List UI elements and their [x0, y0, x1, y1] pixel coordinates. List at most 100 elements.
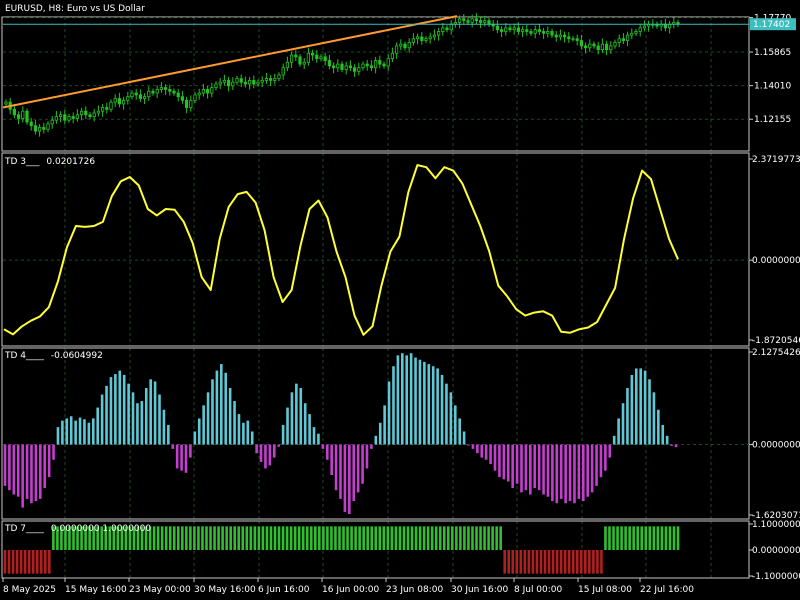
td4-histogram-bar [352, 444, 356, 502]
candle-body [298, 56, 302, 65]
td4-histogram-bar [387, 381, 391, 445]
td4-histogram-bar [8, 444, 11, 491]
candle-body [613, 41, 617, 47]
td4-histogram-bar [599, 444, 603, 478]
candle-body [584, 45, 588, 49]
candle-body [113, 98, 117, 103]
candle-body [289, 54, 294, 63]
td4-histogram-bar [211, 379, 214, 445]
td7-histogram-bar [241, 526, 245, 550]
td7-histogram-bar [628, 526, 631, 550]
td4-histogram-bar [467, 444, 470, 446]
td4-histogram-bar [674, 444, 678, 448]
td4-histogram-bar [356, 444, 360, 493]
td7-histogram-bar [172, 526, 176, 550]
td4-histogram-bar [339, 444, 342, 499]
td3-scale-label: -1.8720546 [752, 336, 800, 346]
td7-histogram-bar [467, 526, 470, 550]
td7-histogram-bar [289, 526, 293, 550]
chart-canvas[interactable]: 1.177701.158651.140101.121551.174022.371… [0, 0, 800, 600]
td7-histogram-bar [584, 550, 587, 574]
candle-body [21, 110, 25, 119]
td4-histogram-bar [612, 435, 616, 445]
td7-histogram-bar [293, 526, 297, 550]
td4-histogram-bar [414, 357, 417, 445]
td4-histogram-bar [61, 420, 64, 445]
td4-histogram-bar [661, 424, 665, 445]
td4-histogram-bar [489, 444, 492, 465]
candle-body [138, 94, 142, 99]
td3-current-value: 0.0201726 [46, 157, 96, 167]
candle-body [571, 38, 575, 41]
candle-body [176, 92, 180, 98]
td4-histogram-bar [149, 379, 152, 445]
candle-body [201, 89, 205, 94]
candle-body [109, 101, 113, 110]
candle-body [487, 20, 491, 25]
candle-body [466, 20, 470, 23]
candle-body [210, 87, 214, 94]
td7-histogram-bar [604, 526, 607, 550]
pane-frame-1 [1, 16, 750, 152]
td7-histogram-bar [616, 526, 619, 550]
td7-histogram-bar [281, 526, 285, 550]
td7-histogram-bar [394, 526, 398, 550]
td4-histogram-bar [224, 372, 228, 445]
td4-histogram-bar [533, 444, 537, 489]
td4-histogram-bar [626, 387, 629, 445]
td4-histogram-bar [69, 416, 73, 445]
time-axis-label: 8 Jul 00:00 [514, 585, 563, 595]
td4-histogram-bar [109, 377, 113, 445]
candle-body [504, 27, 508, 32]
candle-body [134, 92, 138, 96]
td7-histogram-bar [672, 526, 676, 550]
td4-histogram-bar [242, 422, 245, 445]
td7-histogram-bar [398, 526, 402, 550]
candle-body [378, 60, 382, 65]
td4-histogram-bar [272, 444, 276, 458]
candle-body [323, 56, 327, 61]
candle-body [231, 81, 235, 87]
td4-histogram-bar [127, 383, 130, 445]
td7-histogram-bar [507, 550, 511, 574]
candle-body [88, 114, 92, 117]
td4-histogram-bar [246, 420, 250, 445]
td4-histogram-bar [100, 394, 104, 445]
td7-histogram-bar [434, 526, 438, 550]
td7-histogram-bar [225, 526, 228, 550]
td7-histogram-bar [656, 526, 660, 550]
td4-histogram-bar [427, 364, 431, 445]
candle-body [302, 61, 306, 65]
td4-histogram-bar [581, 444, 585, 502]
td7-histogram-bar [382, 526, 386, 550]
td7-histogram-bar [193, 526, 196, 550]
td7-histogram-bar [201, 526, 204, 550]
td4-histogram-bar [462, 431, 466, 445]
candle-body [399, 43, 403, 47]
td7-histogram-bar [277, 526, 281, 550]
td7-histogram-bar [152, 526, 156, 550]
candle-body [38, 127, 42, 132]
td4-histogram-bar [286, 407, 289, 445]
td4-histogram-bar [476, 444, 479, 454]
td7-histogram-bar [612, 526, 615, 550]
td7-name: TD 7____ [5, 524, 45, 534]
td7-histogram-bar [253, 526, 257, 550]
candle-body [432, 34, 437, 38]
candle-body [105, 107, 109, 110]
time-axis-label: 15 May 16:00 [65, 585, 127, 595]
td4-histogram-bar [396, 355, 400, 445]
td7-histogram-bar [600, 550, 603, 574]
bid-price-badge-label: 1.17402 [753, 20, 790, 30]
td7-histogram-bar [567, 550, 571, 574]
td4-histogram-bar [418, 359, 422, 445]
td7-histogram-bar [185, 526, 188, 550]
candle-body [638, 27, 642, 32]
candle-body [663, 23, 668, 29]
candle-body [130, 92, 134, 98]
candle-body [424, 38, 428, 41]
candle-body [525, 29, 529, 32]
td7-histogram-bar [27, 550, 31, 574]
td3-scale-label: 0.0000000 [752, 256, 800, 266]
td7-histogram-bar [217, 526, 220, 550]
